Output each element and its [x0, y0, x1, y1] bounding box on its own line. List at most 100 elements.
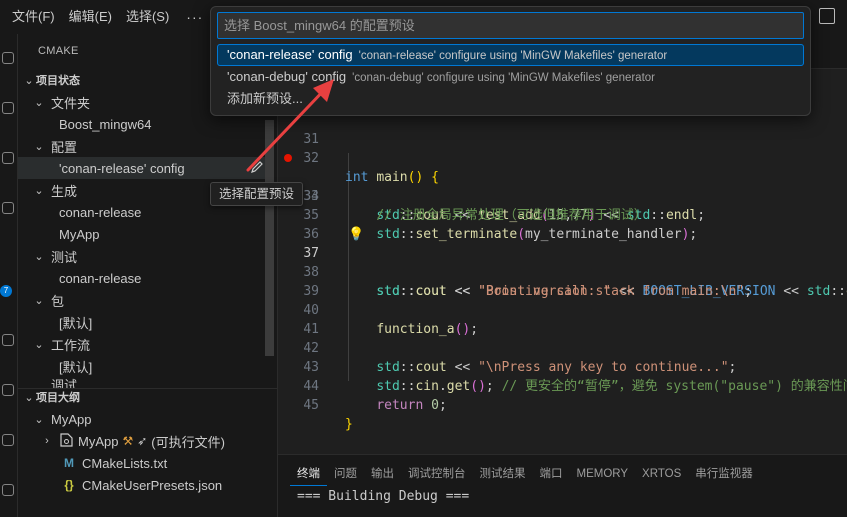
quick-pick-item[interactable]: 'conan-debug' config 'conan-debug' config… — [217, 66, 804, 88]
code-line: 34 // 注册全局异常处理（可选但推荐用于调试） — [278, 168, 847, 223]
chevron-down-icon: ⌄ — [34, 140, 44, 153]
outline-file[interactable]: {} CMakeUserPresets.json — [18, 474, 270, 496]
tab-problems[interactable]: 问题 — [327, 464, 364, 486]
tree-value: Boost_mingw64 — [59, 116, 152, 132]
search-icon[interactable] — [2, 102, 14, 114]
item-description: 'conan-debug' configure using 'MinGW Mak… — [352, 72, 656, 84]
code-line: 35 std::set_terminate(my_terminate_handl… — [278, 187, 847, 242]
tree-label: CMakeLists.txt — [82, 455, 168, 471]
tab-output[interactable]: 输出 — [364, 464, 401, 486]
tree-workflow[interactable]: ⌄ 工作流 — [18, 333, 270, 355]
lightbulb-icon[interactable]: 💡 — [348, 225, 364, 244]
tree-workflow-value[interactable]: [默认] — [18, 355, 270, 377]
tree-package[interactable]: ⌄ 包 — [18, 289, 270, 311]
code-line: 43 std::cin.get(); // 更安全的“暂停”，避免 system… — [278, 339, 847, 394]
tree-label: 工作流 — [51, 337, 91, 353]
menu-selection[interactable]: 选择(S) — [119, 0, 176, 34]
activity-bar: 7 — [0, 34, 18, 517]
tooltip: 选择配置预设 — [210, 182, 304, 206]
item-label: 添加新预设... — [227, 91, 303, 106]
testing-icon[interactable] — [2, 384, 14, 396]
tree-label: CMakeUserPresets.json — [82, 477, 223, 493]
cmake-activity-icon[interactable] — [2, 484, 14, 496]
menu-more-button[interactable]: ··· — [176, 9, 213, 25]
section-project-outline[interactable]: ⌄ 项目大纲 — [18, 386, 270, 408]
sidebar-scrollbar[interactable] — [265, 120, 274, 356]
tree-label: 包 — [51, 293, 65, 309]
tree-config[interactable]: ⌄ 配置 — [18, 135, 270, 157]
outline-target[interactable]: › MyApp ⚒ ➶ (可执行文件) — [18, 430, 270, 452]
source-control-icon[interactable] — [2, 152, 14, 164]
quick-pick-input[interactable] — [217, 12, 804, 39]
cmake-icon: M — [64, 456, 74, 470]
extensions-badge: 7 — [0, 285, 12, 297]
code-line: 32 int main() { — [278, 130, 847, 185]
quick-pick-item[interactable]: 添加新预设... — [217, 88, 804, 110]
tab-ports[interactable]: 端口 — [533, 464, 570, 486]
code-line: 39 — [278, 263, 847, 299]
breakpoint-icon[interactable] — [284, 154, 292, 162]
tree-config-value[interactable]: 'conan-release' config — [18, 157, 270, 179]
tree-label: 配置 — [51, 139, 78, 155]
menu-file[interactable]: 文件(F) — [0, 0, 62, 34]
code-text: return 0; — [376, 398, 447, 413]
tab-debug-console[interactable]: 调试控制台 — [401, 464, 473, 486]
tree-value: 'conan-release' config — [59, 160, 185, 176]
chevron-down-icon: ⌄ — [34, 294, 44, 307]
tab-terminal[interactable]: 终端 — [290, 464, 327, 486]
panel-tabs: 终端 问题 输出 调试控制台 测试结果 端口 MEMORY XRTOS 串行监视… — [290, 464, 760, 486]
code-line: 38 std::cout << "Printing call stack fro… — [278, 244, 847, 299]
item-label: 'conan-release' config — [227, 47, 353, 62]
tree-desc: (可执行文件) — [151, 434, 225, 450]
tree-value: [默认] — [59, 359, 93, 375]
line-number: 45 — [303, 398, 319, 413]
outline-project[interactable]: ⌄ MyApp — [18, 408, 270, 430]
tab-test-results[interactable]: 测试结果 — [473, 464, 533, 486]
code-line: 40 function_a(); — [278, 282, 847, 337]
tree-folder-value[interactable]: Boost_mingw64 — [18, 113, 270, 135]
rocket-icon: ➶ — [137, 434, 148, 448]
menu-edit[interactable]: 编辑(E) — [62, 0, 119, 34]
pencil-icon[interactable] — [248, 160, 266, 178]
tab-xrtos[interactable]: XRTOS — [635, 464, 688, 486]
tree-test-value[interactable]: conan-release — [18, 267, 270, 289]
code-line: 33 std::cout << test_add(15,77) << std::… — [278, 149, 847, 223]
tree-test[interactable]: ⌄ 测试 — [18, 245, 270, 267]
item-label: 'conan-debug' config — [227, 69, 347, 84]
quick-pick: 'conan-release' config 'conan-release' co… — [210, 6, 811, 116]
layout-icon[interactable] — [819, 8, 835, 24]
code-line: 42 std::cout << "\nPress any key to cont… — [278, 320, 847, 375]
explorer-icon[interactable] — [2, 52, 14, 64]
terminal-output[interactable]: === Building Debug === — [297, 489, 469, 504]
code-line: 36 — [278, 206, 847, 242]
item-description: 'conan-release' configure using 'MinGW M… — [358, 50, 668, 62]
target-icon — [60, 432, 73, 450]
run-debug-icon[interactable] — [2, 202, 14, 214]
hammer-icon: ⚒ — [122, 434, 134, 448]
extensions-icon[interactable] — [2, 334, 14, 346]
chevron-down-icon: ⌄ — [24, 74, 34, 87]
quick-pick-item[interactable]: 'conan-release' config 'conan-release' co… — [217, 44, 804, 66]
section-header: 项目状态 — [36, 75, 80, 87]
json-icon: {} — [64, 478, 74, 492]
section-header: 项目大纲 — [36, 392, 80, 404]
tree-label: 测试 — [51, 249, 78, 265]
outline-file[interactable]: M CMakeLists.txt — [18, 452, 270, 474]
remote-icon[interactable] — [2, 434, 14, 446]
chevron-down-icon: ⌄ — [34, 250, 44, 263]
tree-value: MyApp — [59, 226, 100, 242]
tree-value: conan-release — [59, 270, 142, 286]
tree-value: [默认] — [59, 315, 93, 331]
tree-label: MyApp — [78, 433, 119, 449]
tab-memory[interactable]: MEMORY — [570, 464, 636, 486]
code-line: 37 💡 std::cout << "Boost version: " << B… — [278, 225, 847, 299]
code-line: 45 } — [278, 377, 847, 432]
tree-package-value[interactable]: [默认] — [18, 311, 270, 333]
tree-label: 文件夹 — [51, 95, 91, 111]
tree-build-item[interactable]: MyApp — [18, 223, 270, 245]
tab-serial-monitor[interactable]: 串行监视器 — [688, 464, 760, 486]
tree-value: conan-release — [59, 204, 142, 220]
tree-label: 生成 — [51, 183, 78, 199]
sidebar-title: CMAKE — [38, 45, 79, 57]
chevron-down-icon: ⌄ — [34, 338, 44, 351]
